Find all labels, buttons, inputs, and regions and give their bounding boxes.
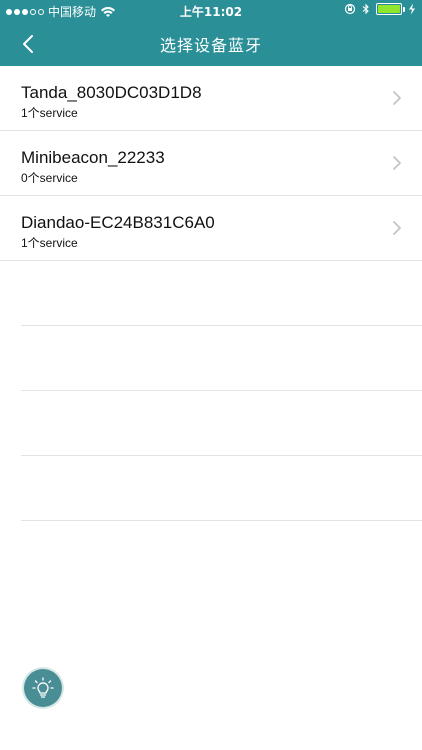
list-separator [21,326,422,391]
device-row[interactable]: Minibeacon_22233 0个service [0,131,422,196]
battery-icon [376,3,405,15]
top-bar: 中国移动 上午11:02 选择设备蓝牙 [0,0,422,66]
bluetooth-icon [362,3,369,15]
device-name: Tanda_8030DC03D1D8 [21,83,202,102]
list-separator [21,456,422,521]
device-row[interactable]: Tanda_8030DC03D1D8 1个service [0,66,422,131]
chevron-right-icon [393,91,401,105]
device-service-count: 1个service [21,236,78,250]
device-name: Diandao-EC24B831C6A0 [21,213,215,232]
device-list: Tanda_8030DC03D1D8 1个service Minibeacon_… [0,66,422,261]
status-right [344,3,416,15]
charging-icon [409,3,415,15]
battery-tip [403,7,405,12]
navigation-bar: 选择设备蓝牙 [0,22,422,66]
status-bar: 中国移动 上午11:02 [0,0,422,22]
list-separator [21,391,422,456]
page-title: 选择设备蓝牙 [159,36,262,55]
device-row[interactable]: Diandao-EC24B831C6A0 1个service [0,196,422,261]
chevron-right-icon [393,221,401,235]
list-separator [21,261,422,326]
device-service-count: 1个service [21,106,78,120]
empty-list-separators [21,261,422,521]
back-button[interactable] [12,30,44,58]
battery-level [378,5,400,13]
chevron-right-icon [393,156,401,170]
orientation-lock-icon [344,3,356,15]
chevron-left-icon [23,35,33,53]
device-service-count: 0个service [21,171,78,185]
lightbulb-button[interactable] [24,669,62,707]
lightbulb-icon [32,677,54,698]
device-name: Minibeacon_22233 [21,148,165,167]
